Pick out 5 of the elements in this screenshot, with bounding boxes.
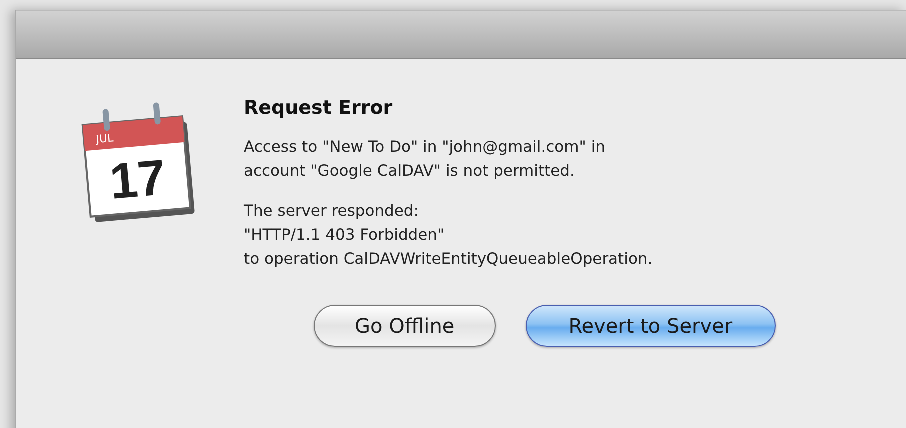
alert-message: Access to "New To Do" in "john@gmail.com" in account "Google CalDAV" is not permitted. bbox=[244, 137, 606, 182]
default-button[interactable]: Revert to Server bbox=[526, 305, 776, 347]
alert-title: Request Error bbox=[244, 97, 394, 119]
alert-message: The server responded: "HTTP/1.1 403 Forbidden" to operation CalDAVWriteEntityQueueableOperation. bbox=[244, 201, 653, 270]
action-button[interactable]: Go Offline bbox=[314, 305, 496, 347]
